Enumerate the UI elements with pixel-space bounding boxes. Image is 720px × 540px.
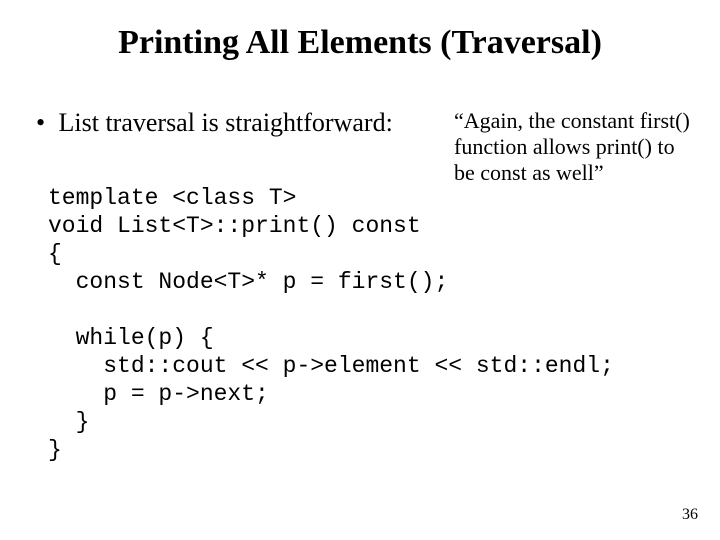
code-block: template <class T> void List<T>::print()… — [48, 184, 614, 464]
bullet-text: List traversal is straightforward: — [59, 108, 393, 137]
bullet-marker: • — [36, 108, 52, 138]
side-note: “Again, the constant first() function al… — [454, 108, 692, 186]
page-number: 36 — [682, 506, 698, 524]
bullet-item: • List traversal is straightforward: — [36, 108, 393, 138]
slide-title: Printing All Elements (Traversal) — [0, 24, 720, 62]
slide: Printing All Elements (Traversal) • List… — [0, 0, 720, 540]
